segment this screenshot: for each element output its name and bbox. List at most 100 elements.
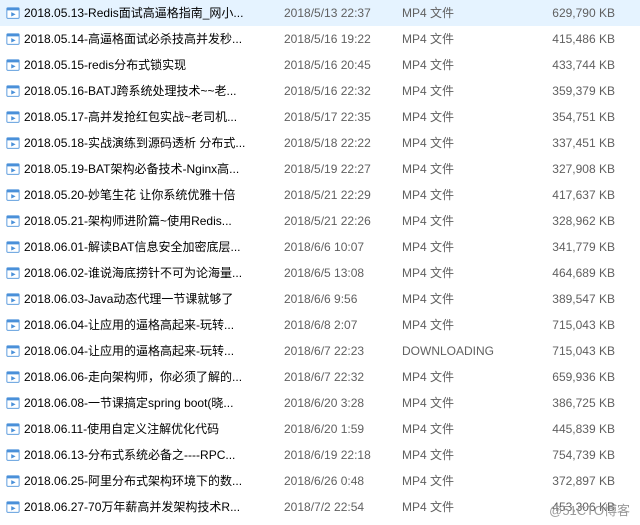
file-icon-cell <box>4 214 22 228</box>
file-row[interactable]: 2018.05.17-高并发抢红包实战~老司机...2018/5/17 22:3… <box>0 104 640 130</box>
file-name: 2018.06.04-让应用的逼格高起来-玩转... <box>22 316 280 333</box>
video-file-icon <box>6 266 20 280</box>
file-date: 2018/6/8 2:07 <box>280 318 398 332</box>
file-row[interactable]: 2018.06.02-谁说海底捞针不可为论海量...2018/6/5 13:08… <box>0 260 640 286</box>
video-file-icon <box>6 292 20 306</box>
file-name: 2018.05.19-BAT架构必备技术-Nginx高... <box>22 160 280 177</box>
file-name: 2018.05.13-Redis面试高逼格指南_网小... <box>22 4 280 21</box>
video-file-icon <box>6 422 20 436</box>
file-date: 2018/6/7 22:23 <box>280 344 398 358</box>
file-icon-cell <box>4 474 22 488</box>
file-type: MP4 文件 <box>398 264 513 281</box>
file-name: 2018.05.17-高并发抢红包实战~老司机... <box>22 108 280 125</box>
file-date: 2018/6/5 13:08 <box>280 266 398 280</box>
file-row[interactable]: 2018.05.19-BAT架构必备技术-Nginx高...2018/5/19 … <box>0 156 640 182</box>
file-type: MP4 文件 <box>398 30 513 47</box>
file-row[interactable]: 2018.06.11-使用自定义注解优化代码2018/6/20 1:59MP4 … <box>0 416 640 442</box>
video-file-icon <box>6 110 20 124</box>
file-type: MP4 文件 <box>398 290 513 307</box>
file-name: 2018.05.18-实战演练到源码透析 分布式... <box>22 134 280 151</box>
file-icon-cell <box>4 84 22 98</box>
file-name: 2018.05.20-妙笔生花 让你系统优雅十倍 <box>22 186 280 203</box>
file-date: 2018/5/16 20:45 <box>280 58 398 72</box>
file-row[interactable]: 2018.05.18-实战演练到源码透析 分布式...2018/5/18 22:… <box>0 130 640 156</box>
file-size: 372,897 KB <box>513 474 623 488</box>
video-file-icon <box>6 32 20 46</box>
file-type: MP4 文件 <box>398 446 513 463</box>
file-type: MP4 文件 <box>398 316 513 333</box>
file-size: 354,751 KB <box>513 110 623 124</box>
file-icon-cell <box>4 240 22 254</box>
file-icon-cell <box>4 188 22 202</box>
file-icon-cell <box>4 396 22 410</box>
video-file-icon <box>6 6 20 20</box>
file-date: 2018/5/21 22:29 <box>280 188 398 202</box>
file-type: DOWNLOADING <box>398 344 513 358</box>
file-row[interactable]: 2018.05.20-妙笔生花 让你系统优雅十倍2018/5/21 22:29M… <box>0 182 640 208</box>
file-name: 2018.06.04-让应用的逼格高起来-玩转... <box>22 342 280 359</box>
file-date: 2018/5/16 22:32 <box>280 84 398 98</box>
file-size: 327,908 KB <box>513 162 623 176</box>
file-icon-cell <box>4 370 22 384</box>
file-type: MP4 文件 <box>398 4 513 21</box>
file-date: 2018/6/20 1:59 <box>280 422 398 436</box>
file-icon-cell <box>4 422 22 436</box>
video-file-icon <box>6 188 20 202</box>
file-row[interactable]: 2018.05.13-Redis面试高逼格指南_网小...2018/5/13 2… <box>0 0 640 26</box>
file-row[interactable]: 2018.05.16-BATJ跨系统处理技术~~老...2018/5/16 22… <box>0 78 640 104</box>
file-name: 2018.06.11-使用自定义注解优化代码 <box>22 420 280 437</box>
file-size: 359,379 KB <box>513 84 623 98</box>
video-file-icon <box>6 58 20 72</box>
video-file-icon <box>6 500 20 514</box>
file-name: 2018.06.02-谁说海底捞针不可为论海量... <box>22 264 280 281</box>
file-row[interactable]: 2018.06.13-分布式系统必备之----RPC...2018/6/19 2… <box>0 442 640 468</box>
file-size: 337,451 KB <box>513 136 623 150</box>
file-type: MP4 文件 <box>398 160 513 177</box>
file-icon-cell <box>4 318 22 332</box>
file-date: 2018/6/20 3:28 <box>280 396 398 410</box>
file-name: 2018.06.27-70万年薪高并发架构技术R... <box>22 498 280 515</box>
file-row[interactable]: 2018.06.27-70万年薪高并发架构技术R...2018/7/2 22:5… <box>0 494 640 520</box>
file-row[interactable]: 2018.06.03-Java动态代理一节课就够了2018/6/6 9:56MP… <box>0 286 640 312</box>
file-size: 754,739 KB <box>513 448 623 462</box>
file-type: MP4 文件 <box>398 420 513 437</box>
file-row[interactable]: 2018.06.08-一节课搞定spring boot(晓...2018/6/2… <box>0 390 640 416</box>
file-row[interactable]: 2018.05.15-redis分布式锁实现2018/5/16 20:45MP4… <box>0 52 640 78</box>
file-date: 2018/5/19 22:27 <box>280 162 398 176</box>
file-row[interactable]: 2018.06.25-阿里分布式架构环境下的数...2018/6/26 0:48… <box>0 468 640 494</box>
file-icon-cell <box>4 448 22 462</box>
video-file-icon <box>6 214 20 228</box>
file-row[interactable]: 2018.05.14-高逼格面试必杀技高并发秒...2018/5/16 19:2… <box>0 26 640 52</box>
file-type: MP4 文件 <box>398 56 513 73</box>
file-date: 2018/6/6 10:07 <box>280 240 398 254</box>
file-icon-cell <box>4 6 22 20</box>
file-name: 2018.06.13-分布式系统必备之----RPC... <box>22 446 280 463</box>
file-icon-cell <box>4 344 22 358</box>
file-size: 415,486 KB <box>513 32 623 46</box>
file-icon-cell <box>4 162 22 176</box>
file-row[interactable]: 2018.06.01-解读BAT信息安全加密底层...2018/6/6 10:0… <box>0 234 640 260</box>
file-name: 2018.06.03-Java动态代理一节课就够了 <box>22 290 280 307</box>
file-icon-cell <box>4 110 22 124</box>
file-icon-cell <box>4 58 22 72</box>
file-row[interactable]: 2018.06.06-走向架构师，你必须了解的...2018/6/7 22:32… <box>0 364 640 390</box>
video-file-icon <box>6 162 20 176</box>
file-row[interactable]: 2018.05.21-架构师进阶篇~使用Redis...2018/5/21 22… <box>0 208 640 234</box>
video-file-icon <box>6 474 20 488</box>
file-type: MP4 文件 <box>398 134 513 151</box>
file-date: 2018/5/21 22:26 <box>280 214 398 228</box>
video-file-icon <box>6 136 20 150</box>
file-type: MP4 文件 <box>398 108 513 125</box>
file-size: 715,043 KB <box>513 344 623 358</box>
video-file-icon <box>6 318 20 332</box>
file-row[interactable]: 2018.06.04-让应用的逼格高起来-玩转...2018/6/8 2:07M… <box>0 312 640 338</box>
file-size: 341,779 KB <box>513 240 623 254</box>
file-type: MP4 文件 <box>398 498 513 515</box>
file-name: 2018.06.06-走向架构师，你必须了解的... <box>22 368 280 385</box>
file-type: MP4 文件 <box>398 212 513 229</box>
file-size: 328,962 KB <box>513 214 623 228</box>
file-size: 389,547 KB <box>513 292 623 306</box>
file-name: 2018.05.14-高逼格面试必杀技高并发秒... <box>22 30 280 47</box>
file-size: 464,689 KB <box>513 266 623 280</box>
file-row[interactable]: 2018.06.04-让应用的逼格高起来-玩转...2018/6/7 22:23… <box>0 338 640 364</box>
